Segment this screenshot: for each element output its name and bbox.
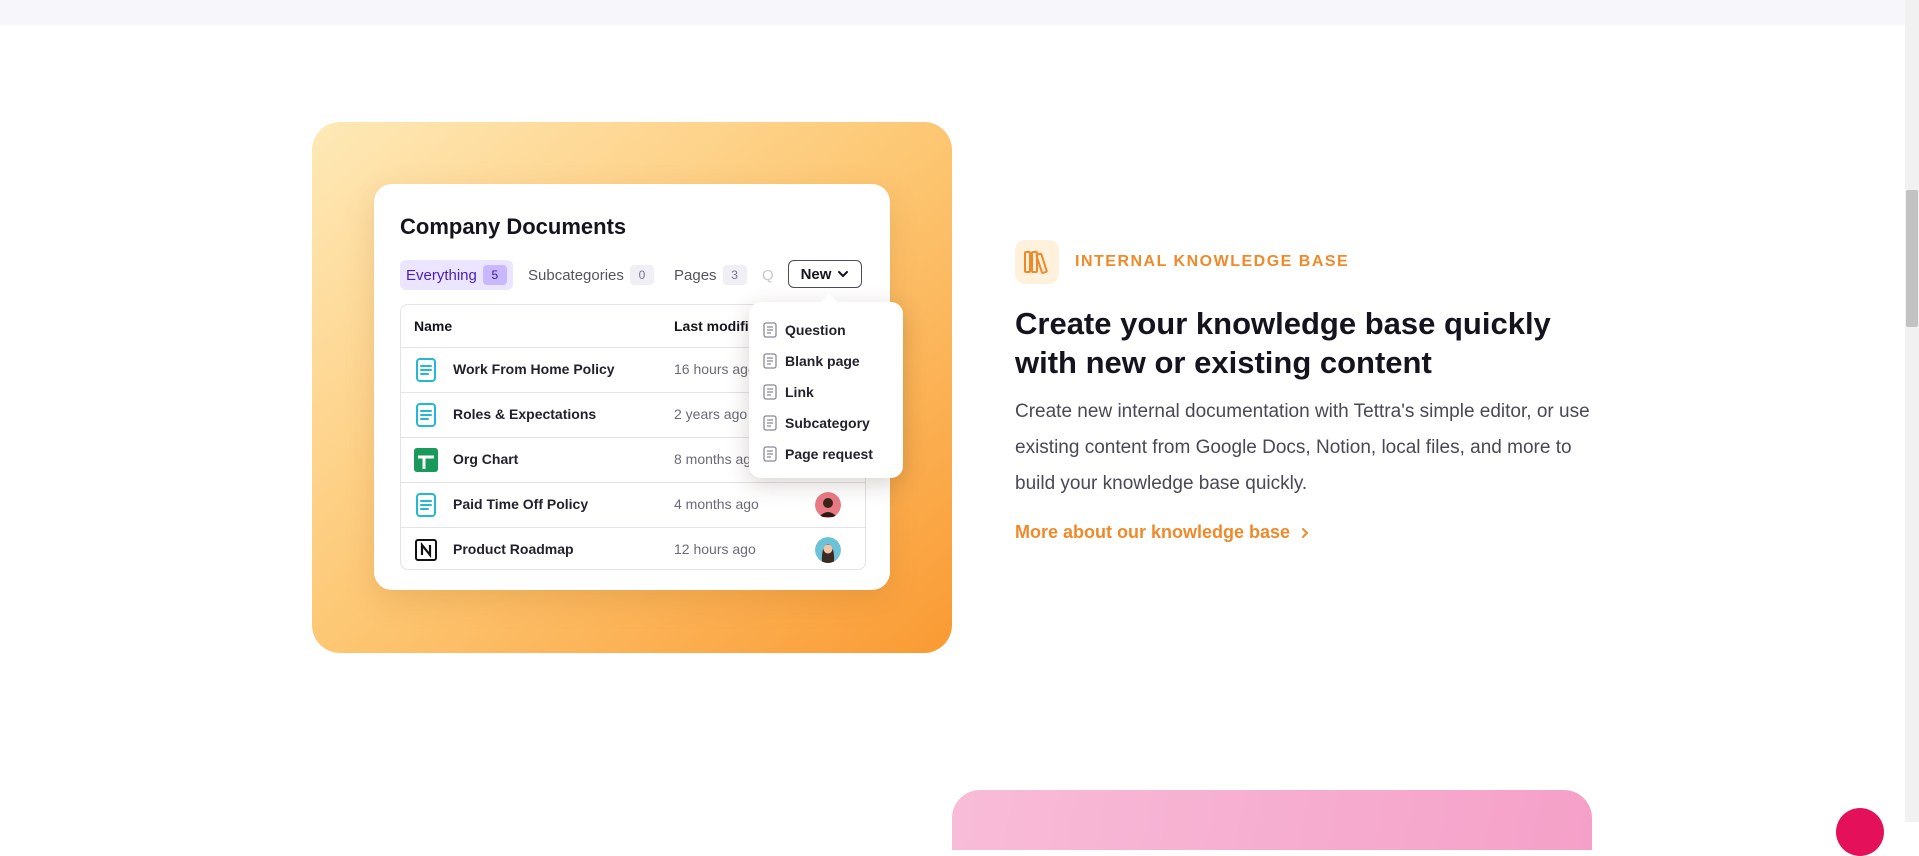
tab-everything[interactable]: Everything 5: [400, 260, 513, 290]
google-sheets-icon: [414, 448, 438, 472]
tab-label: Subcategories: [528, 266, 624, 284]
tab-subcategories[interactable]: Subcategories 0: [528, 260, 654, 290]
eyebrow: INTERNAL KNOWLEDGE BASE: [1015, 240, 1605, 284]
column-header-name: Name: [414, 318, 453, 334]
tab-count: 5: [482, 265, 507, 285]
google-doc-icon: [416, 403, 436, 427]
menu-item-question[interactable]: Question: [763, 319, 846, 341]
row-name: Roles & Expectations: [453, 406, 597, 422]
google-doc-icon: [416, 493, 436, 517]
menu-item-link[interactable]: Link: [763, 381, 814, 403]
row-name: Paid Time Off Policy: [453, 496, 589, 512]
tab-count: 3: [722, 265, 747, 285]
menu-item-page-request[interactable]: Page request: [763, 443, 873, 465]
page-icon: [763, 384, 777, 400]
new-dropdown-menu: Question Blank page Link Subcategory Pag…: [749, 293, 903, 478]
row-time: 8 months ago: [674, 451, 759, 467]
avatar: [815, 537, 841, 563]
row-name: Product Roadmap: [453, 541, 574, 557]
menu-item-label: Link: [785, 384, 814, 400]
feature-headline: Create your knowledge base quickly with …: [1015, 306, 1551, 380]
books-icon: [1015, 240, 1059, 284]
page-icon: [763, 322, 777, 338]
eyebrow-label: INTERNAL KNOWLEDGE BASE: [1075, 253, 1350, 270]
tab-pages[interactable]: Pages 3: [674, 260, 747, 290]
row-time: 12 hours ago: [674, 541, 756, 557]
menu-item-blank-page[interactable]: Blank page: [763, 350, 860, 372]
chevron-right-icon: [1302, 527, 1309, 538]
row-name: Org Chart: [453, 451, 519, 467]
books-icon-glyph: [1024, 251, 1048, 274]
scrollbar[interactable]: [1905, 0, 1919, 822]
menu-item-subcategory[interactable]: Subcategory: [763, 412, 870, 434]
tab-label: Everything: [406, 266, 477, 284]
scrollbar-thumb[interactable]: [1906, 190, 1918, 327]
tab-count: 0: [629, 265, 654, 285]
tab-overflow: Q: [762, 266, 774, 284]
link-label: More about our knowledge base: [1015, 522, 1291, 542]
row-time: 16 hours ago: [674, 361, 756, 377]
new-button[interactable]: New: [788, 260, 862, 288]
chevron-down-icon: [838, 271, 849, 277]
feature-text: INTERNAL KNOWLEDGE BASE Create your know…: [1015, 240, 1605, 543]
table-row[interactable]: Paid Time Off Policy 4 months ago: [401, 483, 865, 528]
chat-launcher-button[interactable]: [1836, 808, 1884, 856]
page-icon: [763, 415, 777, 431]
top-strip: [0, 0, 1905, 25]
table-row[interactable]: Product Roadmap 12 hours ago: [401, 528, 865, 569]
menu-item-label: Page request: [785, 446, 873, 462]
avatar: [815, 492, 841, 518]
next-section-visual: [952, 790, 1592, 850]
page-icon: [763, 353, 777, 369]
google-doc-icon: [416, 358, 436, 382]
row-name: Work From Home Policy: [453, 361, 615, 377]
menu-item-label: Question: [785, 322, 846, 338]
more-about-knowledge-base-link[interactable]: More about our knowledge base: [1015, 522, 1605, 543]
notion-icon: [415, 539, 437, 561]
card-title: Company Documents: [400, 214, 627, 239]
page-icon: [763, 446, 777, 462]
tab-label: Pages: [674, 266, 717, 284]
menu-item-label: Blank page: [785, 353, 860, 369]
row-time: 2 years ago: [674, 406, 748, 422]
feature-description: Create new internal documentation with T…: [1015, 401, 1590, 494]
new-button-label: New: [800, 265, 832, 283]
menu-item-label: Subcategory: [785, 415, 870, 431]
row-time: 4 months ago: [674, 496, 759, 512]
